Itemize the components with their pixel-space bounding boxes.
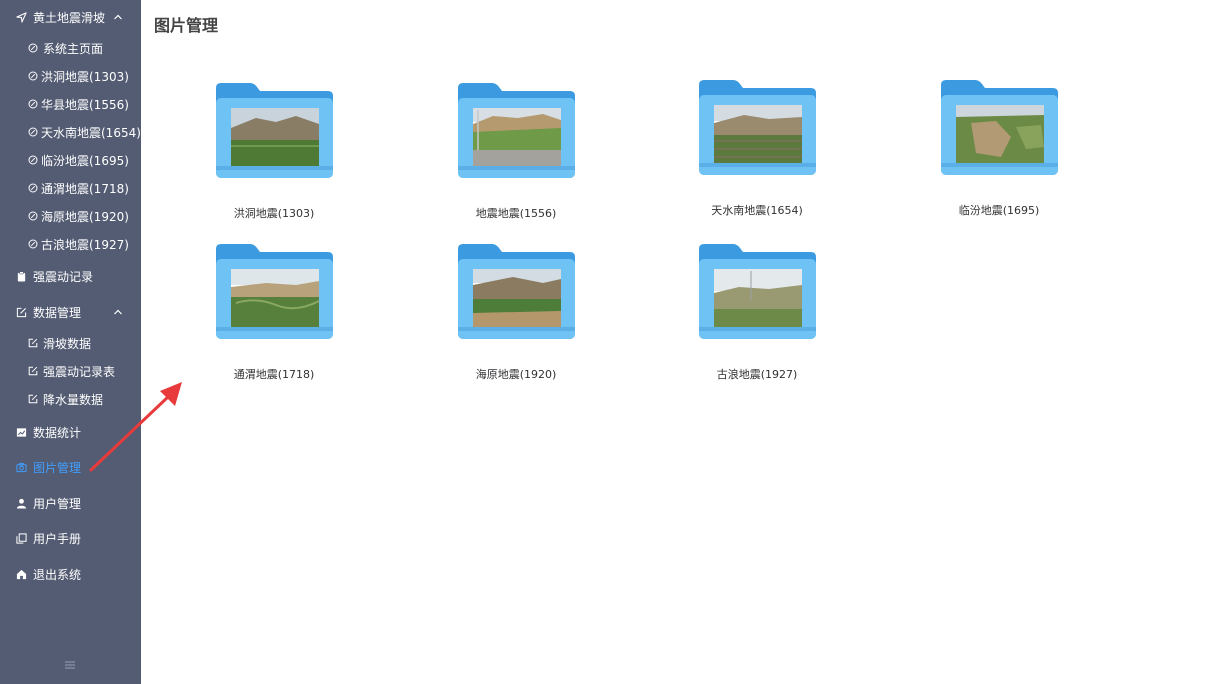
sidebar-item-tianshuinan[interactable]: 天水南地震(1654) (0, 118, 141, 146)
sidebar-item-label: 强震动记录 (33, 269, 94, 284)
location-arrow-icon (16, 11, 27, 23)
edit-icon (28, 366, 38, 376)
sidebar-item-logout[interactable]: 退出系统 (0, 560, 141, 588)
sidebar-item-huaxian[interactable]: 华县地震(1556) (0, 90, 141, 118)
sidebar-item-statistics[interactable]: 数据统计 (0, 418, 141, 446)
copy-icon (16, 532, 27, 544)
sidebar-item-label: 洪洞地震(1303) (41, 69, 129, 84)
sidebar-item-haiyuan[interactable]: 海原地震(1920) (0, 202, 141, 230)
edit-icon (16, 307, 27, 318)
folder-caption: 天水南地震(1654) (711, 204, 803, 217)
chart-icon (16, 427, 27, 438)
sidebar-item-tongwei[interactable]: 通渭地震(1718) (0, 174, 141, 202)
sidebar-item-strong-motion[interactable]: 强震动记录 (0, 262, 141, 290)
sidebar-item-strong-motion-table[interactable]: 强震动记录表 (0, 357, 141, 385)
landscape-thumbnail (473, 108, 561, 166)
landscape-thumbnail (231, 269, 320, 327)
check-circle-icon (28, 99, 38, 109)
folder-huaxian[interactable]: 地震地震(1556) (426, 80, 606, 230)
landscape-thumbnail (473, 269, 561, 327)
folder-hongtong[interactable]: 洪洞地震(1303) (184, 80, 364, 230)
sidebar-item-label: 图片管理 (33, 460, 82, 475)
sidebar-group-data-management[interactable]: 数据管理 (0, 298, 141, 326)
sidebar-group-label: 黄土地震滑坡 (33, 10, 106, 25)
folder-caption: 海原地震(1920) (475, 368, 557, 381)
folder-caption: 通渭地震(1718) (233, 368, 315, 381)
edit-icon (28, 338, 38, 348)
folder-icon (699, 80, 816, 175)
folder-tongwei[interactable]: 通渭地震(1718) (184, 241, 364, 391)
sidebar-item-label: 强震动记录表 (43, 364, 116, 379)
sidebar-item-label: 用户手册 (33, 531, 82, 546)
sidebar-group-label: 数据管理 (33, 305, 82, 320)
check-circle-icon (28, 183, 38, 193)
edit-icon (28, 394, 38, 404)
folder-icon (458, 83, 575, 178)
sidebar-item-label: 海原地震(1920) (41, 209, 129, 224)
folder-icon (699, 244, 816, 339)
sidebar-group-loess-landslide[interactable]: 黄土地震滑坡 (0, 3, 141, 31)
folder-icon (458, 244, 575, 339)
sidebar-item-label: 退出系统 (33, 567, 82, 582)
landscape-thumbnail (956, 105, 1044, 163)
sidebar-item-home[interactable]: 系统主页面 (0, 34, 141, 62)
clipboard-icon (16, 270, 27, 282)
sidebar-item-label: 数据统计 (33, 425, 82, 440)
folder-haiyuan[interactable]: 海原地震(1920) (426, 241, 606, 391)
check-circle-icon (28, 211, 38, 221)
sidebar-item-image-management[interactable]: 图片管理 (0, 453, 141, 481)
folder-caption: 地震地震(1556) (475, 207, 557, 220)
folder-icon (216, 83, 333, 178)
sidebar-item-label: 滑坡数据 (43, 336, 92, 351)
sidebar-item-label: 古浪地震(1927) (41, 237, 129, 252)
check-circle-icon (28, 155, 38, 165)
sidebar-item-label: 通渭地震(1718) (41, 181, 129, 196)
folder-gulang[interactable]: 古浪地震(1927) (667, 241, 847, 391)
menu-collapse-icon[interactable] (64, 659, 76, 671)
landscape-thumbnail (231, 108, 319, 166)
sidebar-item-landslide-data[interactable]: 滑坡数据 (0, 329, 141, 357)
home-icon (16, 569, 27, 580)
check-circle-icon (28, 71, 38, 81)
chevron-up-icon (113, 307, 123, 317)
sidebar-item-hongtong[interactable]: 洪洞地震(1303) (0, 62, 141, 90)
sidebar-item-user-management[interactable]: 用户管理 (0, 489, 141, 517)
folder-caption: 洪洞地震(1303) (233, 207, 315, 220)
page-title: 图片管理 (154, 16, 219, 35)
folder-linfen[interactable]: 临汾地震(1695) (909, 77, 1089, 227)
sidebar-item-label: 降水量数据 (43, 392, 104, 407)
sidebar: 黄土地震滑坡 系统主页面 洪洞地震(1303) 华县地震(1556) 天水南地震… (0, 0, 141, 684)
folder-icon (216, 244, 333, 339)
sidebar-item-label: 系统主页面 (43, 41, 104, 56)
chevron-up-icon (113, 12, 123, 22)
sidebar-item-label: 临汾地震(1695) (41, 153, 129, 168)
sidebar-item-label: 天水南地震(1654) (41, 125, 141, 140)
check-circle-icon (28, 43, 38, 53)
folder-caption: 临汾地震(1695) (958, 204, 1040, 217)
sidebar-item-user-manual[interactable]: 用户手册 (0, 524, 141, 552)
sidebar-item-label: 用户管理 (33, 496, 82, 511)
sidebar-item-label: 华县地震(1556) (41, 97, 129, 112)
sidebar-item-linfen[interactable]: 临汾地震(1695) (0, 146, 141, 174)
sidebar-item-precipitation-data[interactable]: 降水量数据 (0, 385, 141, 413)
check-circle-icon (28, 127, 38, 137)
folder-caption: 古浪地震(1927) (716, 368, 798, 381)
folder-icon (941, 80, 1058, 175)
check-circle-icon (28, 239, 38, 249)
user-icon (16, 498, 27, 509)
landscape-thumbnail (714, 105, 802, 163)
landscape-thumbnail (714, 269, 802, 327)
sidebar-item-gulang[interactable]: 古浪地震(1927) (0, 230, 141, 258)
folder-tianshuinan[interactable]: 天水南地震(1654) (667, 77, 847, 227)
camera-icon (16, 462, 27, 473)
